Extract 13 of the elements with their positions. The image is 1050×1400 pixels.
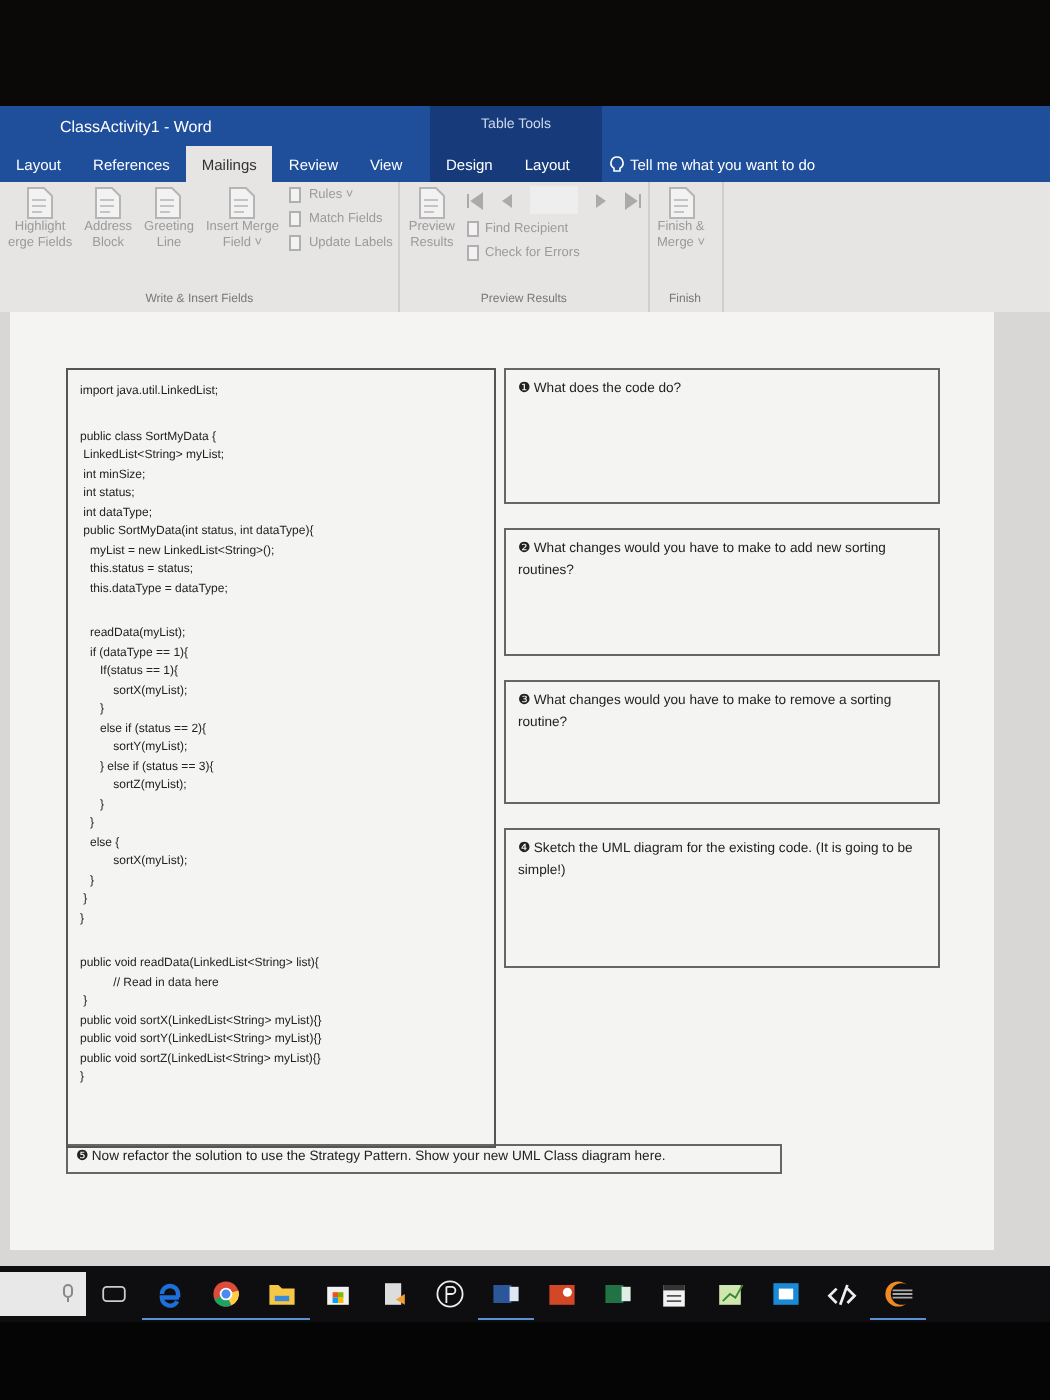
circle-symbol-icon bbox=[432, 1275, 468, 1311]
document-icon bbox=[26, 186, 55, 220]
lightbulb-icon bbox=[610, 156, 624, 174]
crescent-icon bbox=[880, 1275, 916, 1311]
document-icon bbox=[228, 186, 257, 220]
round-browser-icon bbox=[208, 1275, 244, 1311]
window-title: ClassActivity1 - Word bbox=[58, 116, 214, 136]
document-icon bbox=[154, 186, 183, 220]
document-icon bbox=[417, 186, 446, 220]
search-field[interactable] bbox=[0, 1272, 86, 1316]
microphone-icon bbox=[62, 1284, 74, 1304]
document-icon bbox=[94, 186, 123, 220]
document-icon bbox=[667, 186, 696, 220]
